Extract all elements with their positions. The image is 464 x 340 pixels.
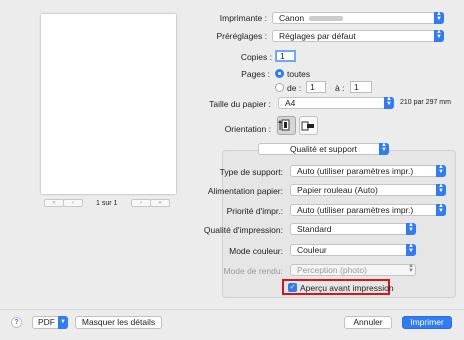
pages-from-label: de :	[287, 83, 302, 93]
chevron-updown-icon: ▲ ▼	[434, 29, 444, 42]
pages-label: Pages :	[241, 69, 270, 79]
print-quality-value: Standard	[297, 224, 332, 234]
color-mode-select[interactable]: Couleur ▲ ▼	[290, 243, 416, 256]
paper-size-value: A4	[285, 98, 296, 108]
rendering-mode-select: Perception (photo) ▲ ▼	[290, 263, 416, 276]
pages-range-radio[interactable]	[275, 83, 284, 92]
print-quality-label: Qualité d'impression:	[203, 225, 283, 235]
presets-label: Préréglages :	[216, 31, 267, 41]
print-priority-label: Priorité d'impr.:	[226, 206, 283, 216]
chevron-updown-icon: ▲ ▼	[406, 222, 416, 235]
print-quality-select[interactable]: Standard ▲ ▼	[290, 222, 416, 235]
chevron-updown-icon: ▲ ▼	[379, 142, 389, 155]
pages-to-field[interactable]: 1	[350, 81, 372, 93]
presets-select[interactable]: Réglages par défaut ▲ ▼	[272, 29, 444, 42]
copies-label: Copies :	[240, 52, 272, 62]
paper-size-dimensions: 210 par 297 mm	[400, 99, 451, 106]
media-type-select[interactable]: Auto (utiliser paramètres impr.) ▲ ▼	[290, 164, 446, 177]
rendering-mode-label: Mode de rendu:	[223, 266, 283, 276]
preview-checkbox[interactable]: ✓	[288, 283, 297, 292]
paper-source-select[interactable]: Papier rouleau (Auto) ▲ ▼	[290, 183, 446, 196]
help-button[interactable]: ?	[11, 317, 22, 328]
color-mode-value: Couleur	[297, 245, 327, 255]
page-counter: 1 sur 1	[96, 200, 118, 207]
pdf-button[interactable]: PDF ▼	[32, 316, 68, 329]
landscape-orientation-icon	[301, 121, 314, 131]
chevron-updown-icon: ▲ ▼	[436, 203, 446, 216]
print-button[interactable]: Imprimer	[402, 316, 452, 329]
chevron-updown-icon: ▲ ▼	[384, 96, 394, 109]
preview-checkbox-label: Aperçu avant impression	[300, 283, 394, 293]
copies-field[interactable]: 1	[275, 50, 296, 62]
pages-from-field[interactable]: 1	[306, 81, 326, 93]
hide-details-button[interactable]: Masquer les détails	[75, 316, 162, 329]
media-type-label: Type de support:	[219, 167, 283, 177]
portrait-orientation-icon	[278, 119, 290, 131]
print-priority-value: Auto (utiliser paramètres impr.)	[297, 205, 414, 215]
printer-name-blurred	[309, 16, 343, 21]
paper-size-select[interactable]: A4 ▲ ▼	[278, 96, 394, 109]
chevron-down-icon: ▼	[58, 316, 68, 329]
media-type-value: Auto (utiliser paramètres impr.)	[297, 166, 414, 176]
landscape-orientation-button[interactable]	[299, 116, 318, 135]
first-page-button[interactable]: «	[44, 199, 64, 207]
printer-label: Imprimante :	[219, 13, 267, 23]
printer-value: Canon	[279, 13, 305, 23]
chevron-updown-icon: ▲ ▼	[408, 263, 414, 274]
footer-divider	[0, 309, 464, 310]
orientation-label: Orientation :	[224, 124, 271, 134]
paper-size-label: Taille du papier :	[209, 99, 271, 109]
chevron-updown-icon: ▲ ▼	[436, 183, 446, 196]
pages-to-label: à :	[335, 83, 345, 93]
print-priority-select[interactable]: Auto (utiliser paramètres impr.) ▲ ▼	[290, 203, 446, 216]
paper-source-label: Alimentation papier:	[207, 186, 283, 196]
rendering-mode-value: Perception (photo)	[297, 265, 367, 275]
presets-value: Réglages par défaut	[279, 31, 356, 41]
pages-all-radio[interactable]	[275, 69, 284, 78]
chevron-updown-icon: ▲ ▼	[434, 11, 444, 24]
chevron-updown-icon: ▲ ▼	[406, 243, 416, 256]
printer-select[interactable]: Canon ▲ ▼	[272, 11, 444, 24]
pages-all-label: toutes	[287, 69, 311, 79]
section-value: Qualité et support	[289, 144, 358, 154]
pdf-label: PDF	[38, 317, 55, 327]
paper-source-value: Papier rouleau (Auto)	[297, 185, 378, 195]
section-select[interactable]: Qualité et support ▲ ▼	[258, 142, 389, 155]
color-mode-label: Mode couleur:	[229, 246, 283, 256]
portrait-orientation-button[interactable]	[277, 116, 296, 135]
chevron-updown-icon: ▲ ▼	[436, 164, 446, 177]
previous-page-button[interactable]: ‹	[63, 199, 83, 207]
cancel-button[interactable]: Annuler	[344, 316, 392, 329]
